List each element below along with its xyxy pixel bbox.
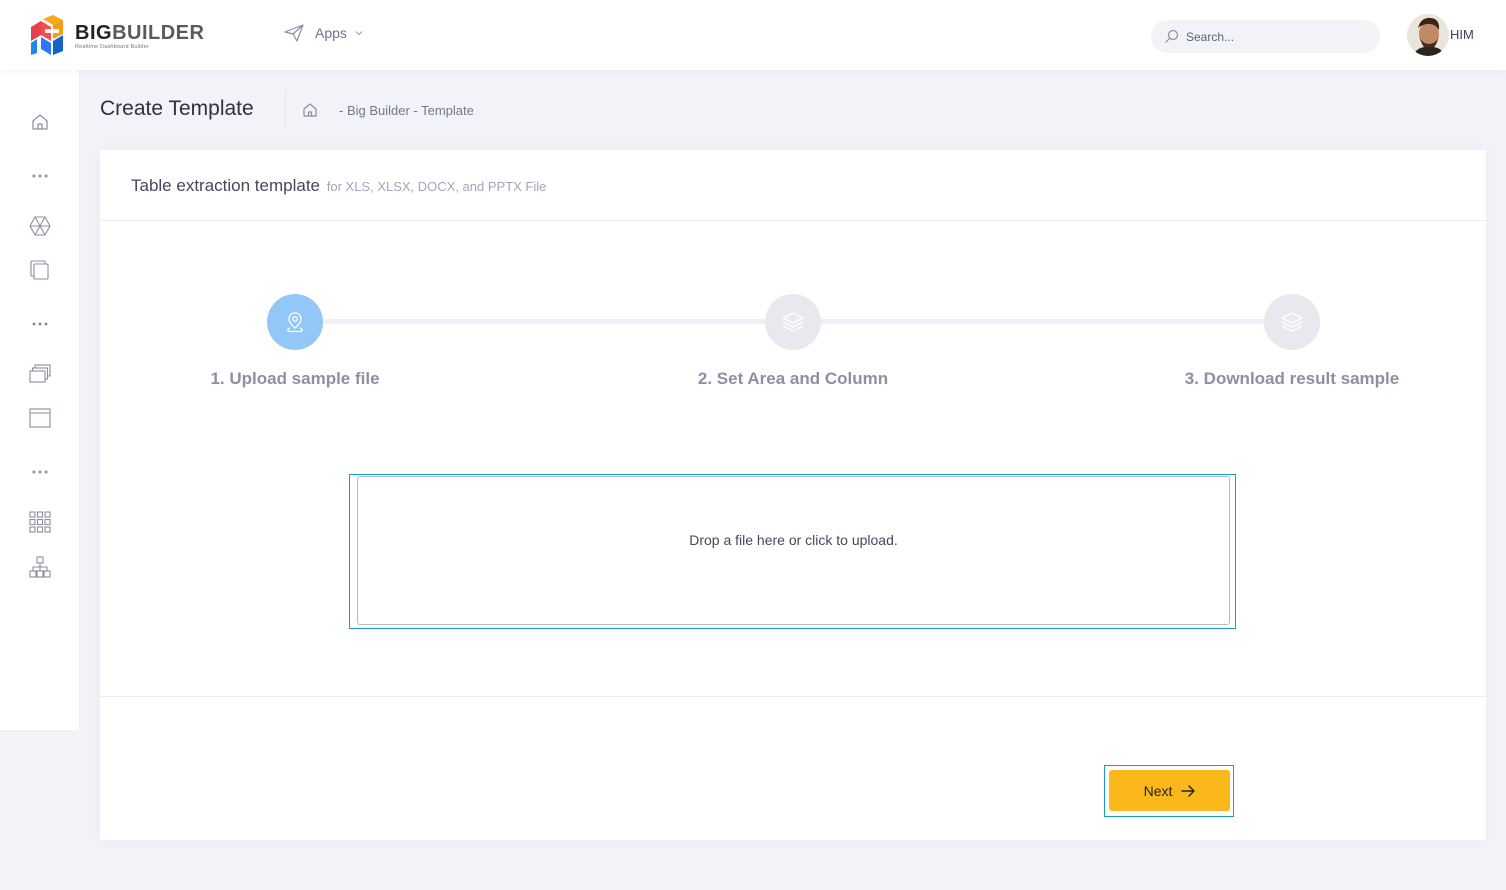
top-header: BIGBUILDER Realtime Dashboard Builder Ap…	[0, 0, 1506, 70]
card-subtitle: for XLS, XLSX, DOCX, and PPTX File	[326, 179, 547, 194]
wizard-step-2-indicator[interactable]	[765, 294, 821, 350]
paper-plane-icon	[284, 24, 304, 42]
wizard-step-1-indicator[interactable]	[267, 294, 323, 350]
dropzone-message: Drop a file here or click to upload.	[689, 531, 898, 548]
layers-icon	[1281, 312, 1303, 332]
sidebar	[0, 70, 80, 730]
more-dots-icon	[32, 174, 48, 178]
search-box[interactable]	[1151, 20, 1380, 53]
wizard-step-3-indicator[interactable]	[1264, 294, 1320, 350]
page-title: Create Template	[100, 97, 254, 120]
card-header: Table extraction template for XLS, XLSX,…	[100, 150, 1486, 221]
sidebar-section-separator	[28, 460, 52, 484]
brand-logo[interactable]: BIGBUILDER Realtime Dashboard Builder	[29, 15, 204, 55]
sidebar-item-layers[interactable]	[28, 362, 52, 386]
sidebar-section-separator	[28, 164, 52, 188]
sidebar-item-home[interactable]	[28, 110, 52, 134]
file-upload-focus-ring: Drop a file here or click to upload.	[349, 474, 1236, 629]
user-name: HIM	[1450, 26, 1474, 42]
avatar[interactable]	[1407, 14, 1449, 56]
sidebar-item-geometry[interactable]	[28, 214, 52, 238]
wizard-step-3-label[interactable]: 3. Download result sample	[1185, 369, 1399, 389]
template-wizard-card: Table extraction template for XLS, XLSX,…	[100, 150, 1486, 840]
layers-icon	[782, 312, 804, 332]
brand-name-builder: BUILDER	[112, 21, 205, 44]
next-button-label: Next	[1143, 782, 1173, 799]
documents-icon	[30, 260, 49, 280]
apps-menu-label: Apps	[315, 25, 347, 41]
browser-window-icon	[29, 408, 51, 428]
wizard-progress-line	[793, 319, 1264, 324]
wizard-step-2-label[interactable]: 2. Set Area and Column	[698, 369, 888, 389]
brand-logo-mark	[31, 15, 63, 55]
breadcrumb-home-icon[interactable]	[302, 102, 318, 118]
apps-menu[interactable]: Apps	[284, 24, 364, 42]
sidebar-item-documents[interactable]	[28, 258, 52, 282]
brand-name-big: BIG	[75, 21, 113, 44]
home-icon	[32, 114, 48, 130]
card-footer-divider	[100, 696, 1486, 697]
chevron-down-icon	[355, 31, 363, 36]
user-menu[interactable]: HIM	[1407, 14, 1474, 56]
card-title: Table extraction template	[131, 176, 320, 195]
sidebar-item-hierarchy[interactable]	[28, 555, 52, 579]
next-button-focus-ring: Next	[1104, 765, 1234, 817]
hierarchy-icon	[29, 556, 51, 578]
search-input[interactable]	[1186, 29, 1366, 44]
sidebar-section-separator	[28, 312, 52, 336]
more-dots-icon	[32, 322, 48, 326]
arrow-right-icon	[1181, 784, 1196, 797]
breadcrumb[interactable]: - Big Builder - Template	[339, 103, 474, 118]
location-pin-icon	[287, 312, 303, 333]
more-dots-icon	[32, 470, 48, 474]
subheader-divider	[285, 90, 286, 128]
geometry-icon	[29, 216, 51, 236]
layers-icon	[29, 364, 51, 383]
next-button[interactable]: Next	[1109, 770, 1230, 811]
sidebar-item-window[interactable]	[28, 406, 52, 430]
wizard-step-1-label[interactable]: 1. Upload sample file	[210, 369, 379, 389]
brand-tagline: Realtime Dashboard Builder	[75, 43, 149, 50]
sidebar-item-grid[interactable]	[28, 510, 52, 534]
search-icon	[1165, 29, 1179, 43]
wizard-progress-line	[295, 319, 765, 324]
grid-icon	[29, 511, 51, 533]
file-dropzone[interactable]: Drop a file here or click to upload.	[357, 476, 1230, 625]
